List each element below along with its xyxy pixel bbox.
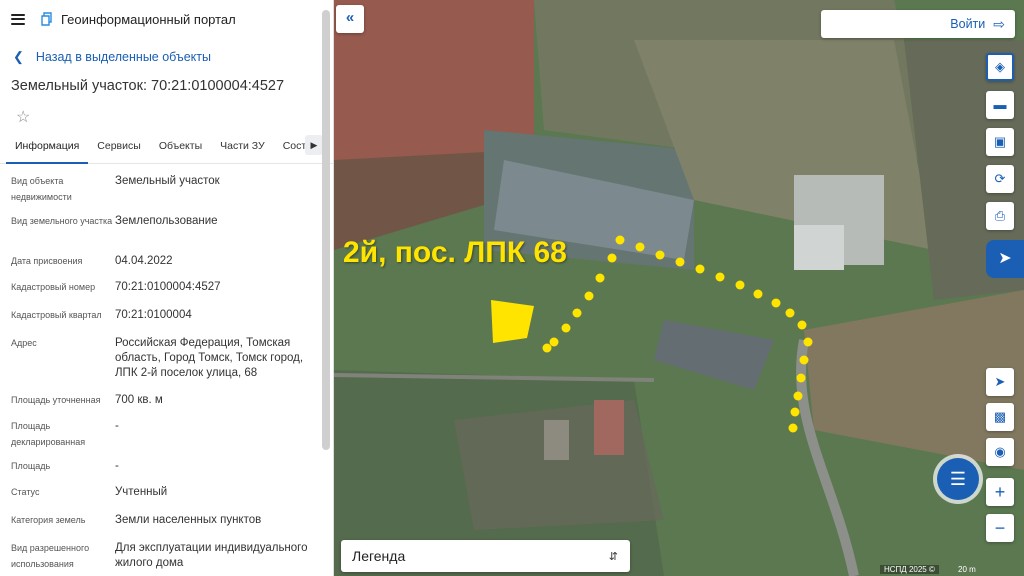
tabs-next-icon[interactable]: ▶ (305, 135, 323, 155)
locate-button[interactable]: ➤ (986, 368, 1014, 396)
legend-label: Легенда (352, 548, 406, 564)
login-button[interactable]: Войти ⇨ (821, 10, 1015, 38)
property-key: Статус (11, 487, 40, 497)
property-row: Вид земельного участка Землепользование (0, 214, 333, 254)
property-row: Кадастровый квартал 70:21:0100004 (0, 308, 333, 336)
notifications-button[interactable]: ➤ (986, 240, 1024, 278)
login-label: Войти (950, 17, 986, 31)
property-key: Площадь декларированная (11, 421, 86, 447)
portal-logo-icon (41, 12, 52, 26)
location-pin-button[interactable]: ◉ (986, 438, 1014, 466)
property-value: - (115, 420, 119, 432)
property-value: Земельный участок (115, 175, 220, 187)
panel-scrollbar[interactable] (322, 10, 330, 450)
print-icon: ⎙ (994, 208, 1006, 223)
share-icon: ⟳ (994, 171, 1006, 186)
property-value: - (115, 460, 119, 472)
select-area-icon: ▣ (993, 134, 1007, 149)
property-value: Российская Федерация, Томская область, Г… (115, 337, 304, 379)
minimap-icon: ▩ (993, 409, 1007, 424)
properties-list: Вид объекта недвижимости Земельный участ… (0, 164, 333, 576)
property-key: Кадастровый квартал (11, 310, 102, 320)
property-value: Землепользование (115, 215, 218, 227)
tab-services[interactable]: Сервисы (88, 138, 150, 164)
property-value: 700 кв. м (115, 394, 163, 406)
property-value: Учтенный (115, 486, 168, 498)
property-value: 04.04.2022 (115, 255, 173, 267)
share-button[interactable]: ⟳ (986, 165, 1014, 193)
ruler-icon: ▬ (993, 97, 1007, 112)
chat-icon: ☰ (949, 469, 967, 489)
layers-button[interactable]: ◈ (986, 53, 1014, 81)
property-row: Вид разрешенного использования Для экспл… (0, 541, 333, 576)
back-link[interactable]: ❮ Назад в выделенные объекты (0, 39, 333, 75)
back-link-label: Назад в выделенные объекты (35, 50, 212, 64)
property-row: Кадастровый номер 70:21:0100004:4527 (0, 280, 333, 308)
property-key: Адрес (11, 338, 37, 348)
chat-button[interactable]: ☰ (937, 458, 979, 500)
property-key: Вид объекта недвижимости (11, 176, 72, 202)
property-value: Для эксплуатации индивидуального жилого … (115, 542, 308, 569)
login-icon: ⇨ (993, 15, 1005, 32)
property-key: Категория земель (11, 515, 86, 525)
property-value: Земли населенных пунктов (115, 514, 262, 526)
plane-icon: ➤ (998, 250, 1012, 267)
zoom-in-button[interactable]: + (986, 478, 1014, 506)
print-button[interactable]: ⎙ (986, 202, 1014, 230)
property-key: Дата присвоения (11, 256, 83, 266)
plus-icon: + (994, 482, 1006, 502)
property-row: Площадь - (0, 459, 333, 485)
property-key: Кадастровый номер (11, 282, 96, 292)
property-row: Дата присвоения 04.04.2022 (0, 254, 333, 280)
location-pin-icon: ◉ (994, 444, 1006, 459)
minus-icon: − (994, 518, 1006, 538)
property-row: Статус Учтенный (0, 485, 333, 513)
tab-parts[interactable]: Части ЗУ (211, 138, 274, 164)
tab-objects[interactable]: Объекты (150, 138, 211, 164)
chevron-left-icon: ❮ (13, 49, 24, 64)
star-icon[interactable]: ☆ (16, 109, 34, 127)
property-key: Площадь уточненная (11, 395, 101, 405)
tab-bar: Информация Сервисы Объекты Части ЗУ Сост… (0, 135, 333, 164)
ruler-button[interactable]: ▬ (986, 91, 1014, 119)
map-view[interactable]: 2й, пос. ЛПК 68 « Войти ⇨ ◈ ▬ ▣ ⟳ ⎙ ➤ ➤ … (334, 0, 1024, 576)
tab-info[interactable]: Информация (6, 138, 89, 164)
navigation-arrow-icon: ➤ (994, 374, 1006, 389)
layers-icon: ◈ (995, 59, 1005, 74)
info-panel: Геоинформационный портал ❮ Назад в выдел… (0, 0, 334, 576)
collapse-panel-button[interactable]: « (336, 5, 364, 33)
property-key: Вид разрешенного использования (11, 543, 90, 569)
property-row: Адрес Российская Федерация, Томская обла… (0, 336, 333, 393)
map-annotation: 2й, пос. ЛПК 68 (343, 236, 567, 269)
zoom-out-button[interactable]: − (986, 514, 1014, 542)
scale-bar: 20 m (958, 565, 976, 574)
property-row: Категория земель Земли населенных пункто… (0, 513, 333, 541)
page-title: Земельный участок: 70:21:0100004:4527 (11, 78, 285, 94)
sort-arrows-icon: ⇵ (608, 550, 618, 563)
panel-header: Геоинформационный портал (0, 0, 333, 38)
satellite-imagery (334, 0, 1024, 576)
app-title: Геоинформационный портал (61, 11, 236, 27)
property-key: Площадь (11, 461, 51, 471)
legend-dropdown[interactable]: Легенда ⇵ (341, 540, 630, 572)
property-row: Площадь декларированная - (0, 419, 333, 459)
property-row: Площадь уточненная 700 кв. м (0, 393, 333, 419)
map-attribution: НСПД 2025 © (880, 565, 939, 574)
select-area-button[interactable]: ▣ (986, 128, 1014, 156)
property-value: 70:21:0100004:4527 (115, 281, 221, 293)
minimap-button[interactable]: ▩ (986, 403, 1014, 431)
property-value: 70:21:0100004 (115, 309, 192, 321)
property-row: Вид объекта недвижимости Земельный участ… (0, 174, 333, 214)
property-key: Вид земельного участка (11, 216, 113, 226)
menu-icon[interactable] (11, 13, 25, 25)
